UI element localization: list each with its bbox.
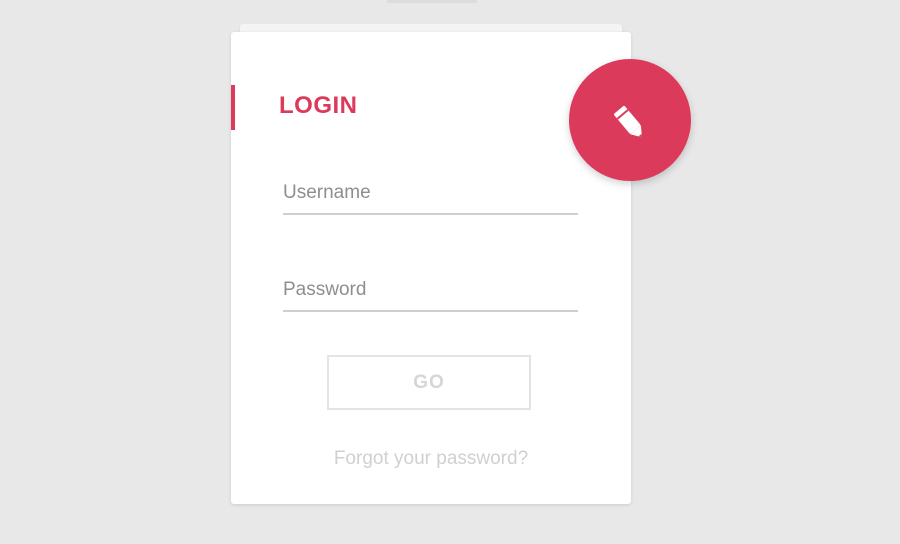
top-tab	[387, 0, 477, 3]
password-field	[283, 270, 578, 312]
forgot-password-link[interactable]: Forgot your password?	[231, 448, 631, 470]
title-accent-bar	[231, 85, 235, 130]
login-title: LOGIN	[279, 92, 358, 119]
username-field	[283, 173, 578, 215]
username-input[interactable]	[283, 173, 578, 213]
page: LOGIN GO Forgot your password?	[0, 0, 900, 544]
pencil-icon	[614, 105, 642, 138]
edit-fab-button[interactable]	[569, 59, 691, 181]
go-button[interactable]: GO	[327, 355, 531, 410]
password-input[interactable]	[283, 270, 578, 310]
